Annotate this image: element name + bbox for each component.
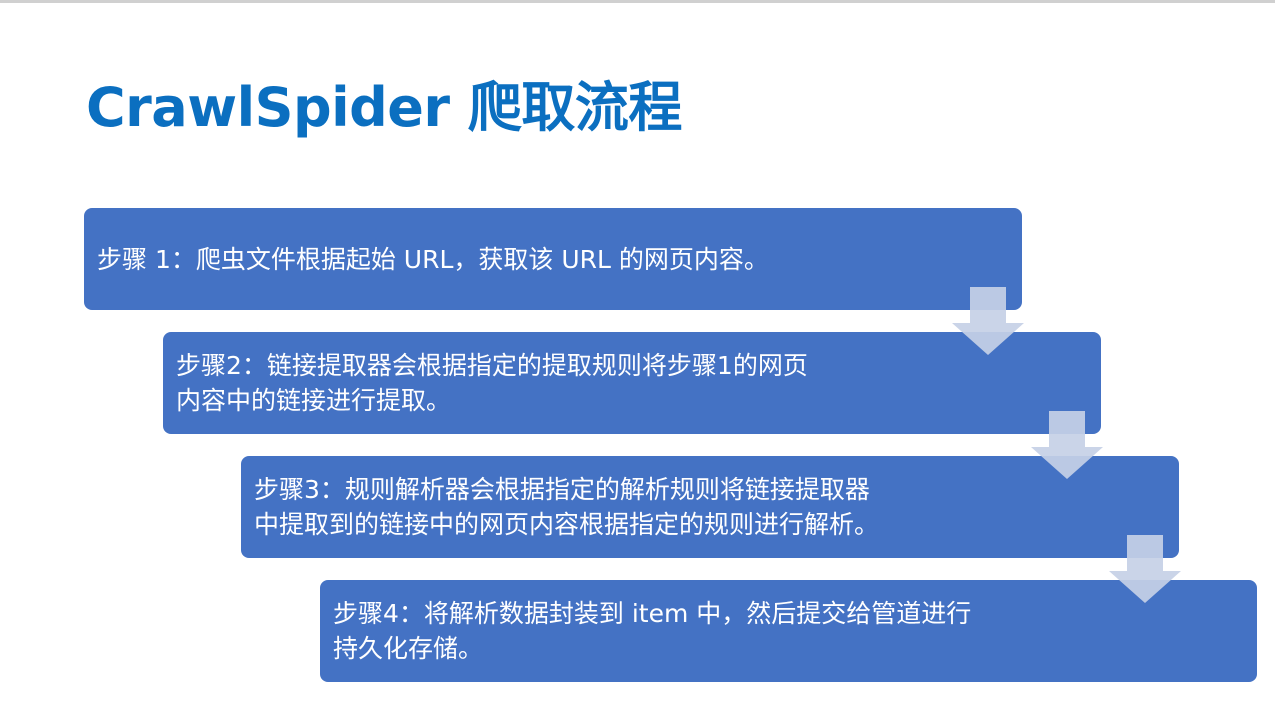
step-3-line-2: 中提取到的链接中的网页内容根据指定的规则进行解析。 [254, 510, 880, 539]
step-1-line-1: 步骤 1：爬虫文件根据起始 URL，获取该 URL 的网页内容。 [97, 244, 769, 274]
slide-title: CrawlSpider 爬取流程 [86, 76, 682, 139]
down-arrow-icon [1109, 535, 1181, 603]
step-2-line-1: 步骤2：链接提取器会根据指定的提取规则将步骤1的网页 [176, 351, 808, 380]
slide: CrawlSpider 爬取流程 步骤 1：爬虫文件根据起始 URL，获取该 U… [0, 0, 1275, 701]
step-box-1: 步骤 1：爬虫文件根据起始 URL，获取该 URL 的网页内容。 [84, 208, 1022, 310]
down-arrow-icon [952, 287, 1024, 355]
step-4-line-1: 步骤4：将解析数据封装到 item 中，然后提交给管道进行 [333, 599, 972, 628]
top-divider [0, 0, 1275, 3]
step-3-line-1: 步骤3：规则解析器会根据指定的解析规则将链接提取器 [254, 475, 870, 504]
down-arrow-icon [1031, 411, 1103, 479]
step-4-line-2: 持久化存储。 [333, 634, 484, 663]
step-2-line-2: 内容中的链接进行提取。 [176, 386, 452, 415]
